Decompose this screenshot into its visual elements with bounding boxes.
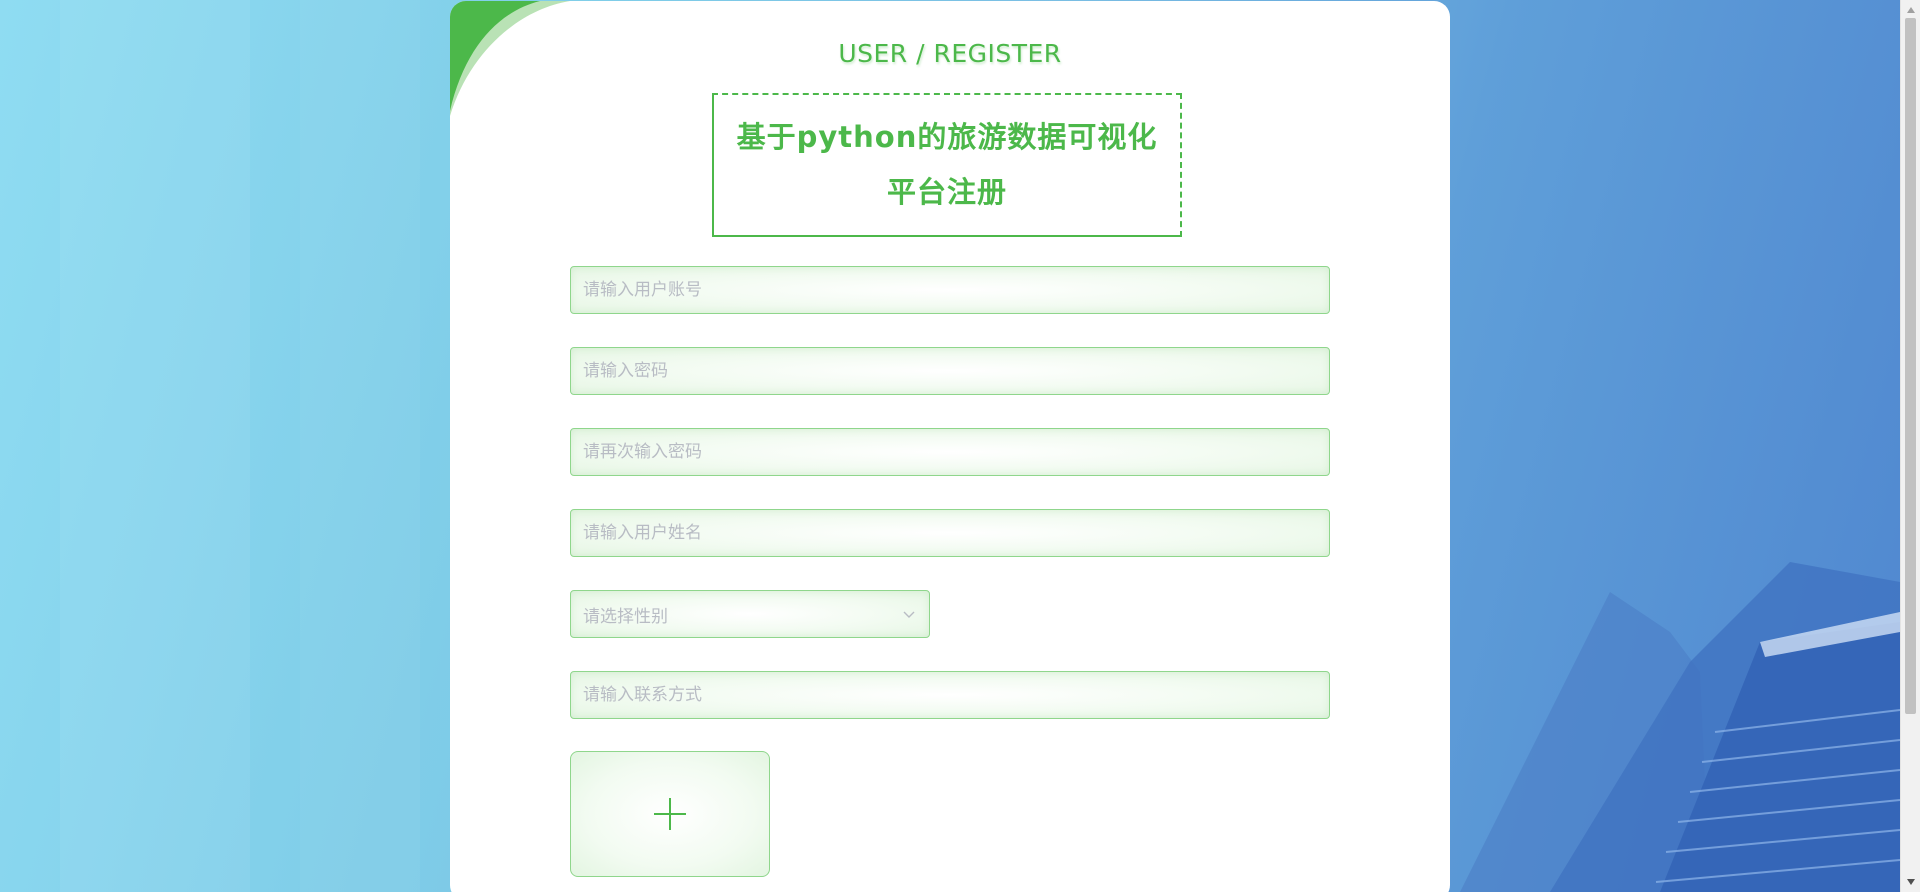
background-band (60, 0, 250, 892)
page-title-line-2: 平台注册 (886, 175, 1007, 209)
register-card: USER / REGISTER 基于python的旅游数据可视化 平台注册 请选… (450, 1, 1450, 892)
register-subtitle: USER / REGISTER (838, 39, 1062, 68)
avatar-upload-button[interactable] (570, 751, 770, 877)
password-input[interactable] (570, 347, 1330, 395)
gender-select[interactable]: 请选择性别 (570, 590, 930, 638)
background-band (300, 0, 420, 892)
username-input[interactable] (570, 509, 1330, 557)
scroll-up-arrow-icon[interactable] (1901, 2, 1920, 18)
gender-select-placeholder: 请选择性别 (583, 606, 668, 627)
scroll-down-arrow-icon[interactable] (1901, 874, 1920, 890)
building-illustration (1460, 562, 1900, 892)
password-confirm-input[interactable] (570, 428, 1330, 476)
plus-icon (654, 798, 686, 830)
page-background: USER / REGISTER 基于python的旅游数据可视化 平台注册 请选… (0, 0, 1920, 892)
title-frame: 基于python的旅游数据可视化 平台注册 (712, 93, 1182, 237)
contact-input[interactable] (570, 671, 1330, 719)
account-input[interactable] (570, 266, 1330, 314)
chevron-down-icon (901, 606, 917, 622)
page-title-line-1: 基于python的旅游数据可视化 (736, 120, 1158, 154)
vertical-scrollbar[interactable] (1900, 0, 1920, 892)
scrollbar-thumb[interactable] (1905, 18, 1916, 714)
page-title: 基于python的旅游数据可视化 平台注册 (737, 110, 1158, 220)
